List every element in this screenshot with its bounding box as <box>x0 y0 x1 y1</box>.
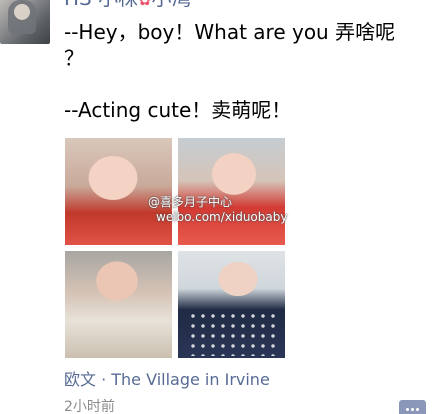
clothing-pattern <box>188 311 278 356</box>
watermark-account: @喜多月子中心 <box>148 195 233 209</box>
avatar-image <box>8 0 36 34</box>
photo-thumbnail[interactable] <box>178 138 285 245</box>
avatar[interactable] <box>0 0 50 44</box>
post-text-line: ？ <box>64 46 84 70</box>
comment-dot <box>416 408 419 411</box>
photo-thumbnail[interactable] <box>65 138 172 245</box>
comment-dot <box>411 408 414 411</box>
username[interactable]: HS 小枺✿小湾 <box>64 0 192 11</box>
flower-emoji-icon: ✿ <box>138 0 151 9</box>
comment-icon[interactable] <box>399 400 426 414</box>
image-watermark: @喜多月子中心 weibo.com/xiduobaby <box>148 195 287 225</box>
watermark-url: weibo.com/xiduobaby <box>156 210 288 224</box>
post-text-line: --Hey，boy！What are you 弄啥呢 <box>64 20 396 44</box>
username-suffix: 小湾 <box>152 0 192 10</box>
photo-thumbnail[interactable] <box>178 251 285 358</box>
photo-thumbnail[interactable] <box>65 251 172 358</box>
username-text: HS 小枺 <box>64 0 138 10</box>
post-text-line: --Acting cute！卖萌呢！ <box>64 98 292 122</box>
photo-grid <box>65 138 285 358</box>
location-link[interactable]: 欧文 · The Village in Irvine <box>64 370 270 390</box>
comment-dot <box>406 408 409 411</box>
timestamp: 2小时前 <box>64 399 115 414</box>
